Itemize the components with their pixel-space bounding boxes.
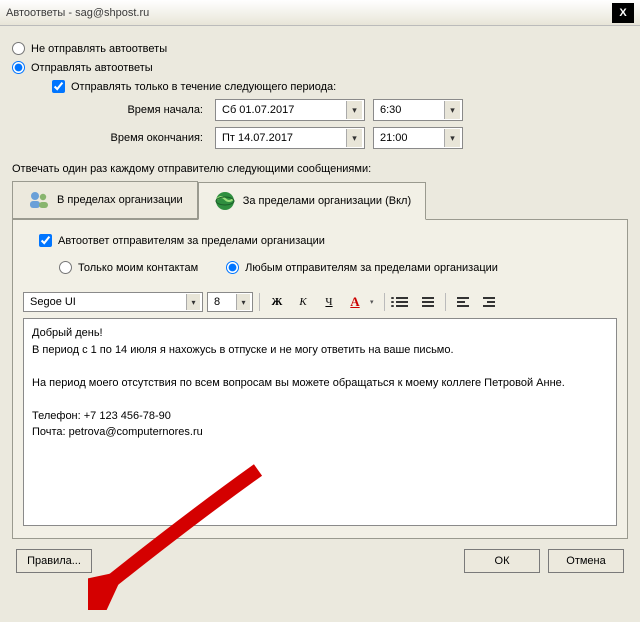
font-color-drop[interactable]: ▾ xyxy=(370,298,378,306)
start-time-value: 6:30 xyxy=(380,104,444,116)
chevron-down-icon: ▾ xyxy=(346,101,362,119)
radio-contacts-only-label: Только моим контактам xyxy=(78,262,198,274)
close-icon: X xyxy=(619,7,626,19)
bullet-list-icon xyxy=(396,297,408,307)
tab-panel-outside: Автоответ отправителям за пределами орга… xyxy=(12,219,628,539)
message-editor[interactable]: Добрый день! В период с 1 по 14 июля я н… xyxy=(23,318,617,526)
end-time-combo[interactable]: 21:00 ▾ xyxy=(373,127,463,149)
bold-button[interactable]: Ж xyxy=(266,292,288,312)
tab-inside-org[interactable]: В пределах организации xyxy=(12,181,198,219)
radio-any-sender[interactable]: Любым отправителям за пределами организа… xyxy=(226,261,498,274)
radio-do-not-send-input[interactable] xyxy=(12,42,25,55)
title-bar: Автоответы - sag@shpost.ru X xyxy=(0,0,640,26)
end-label: Время окончания: xyxy=(87,132,207,144)
format-toolbar: Segoe UI ▾ 8 ▾ Ж К Ч А ▾ xyxy=(23,290,617,318)
check-autoresp-outside-input[interactable] xyxy=(39,234,52,247)
bullet-list-button[interactable] xyxy=(391,292,413,312)
toolbar-sep xyxy=(259,293,260,311)
people-icon xyxy=(27,188,51,212)
chevron-down-icon: ▾ xyxy=(346,129,362,147)
chevron-down-icon: ▾ xyxy=(444,101,460,119)
radio-send-input[interactable] xyxy=(12,61,25,74)
toolbar-sep xyxy=(384,293,385,311)
number-list-icon xyxy=(422,297,434,307)
radio-do-not-send-label: Не отправлять автоответы xyxy=(31,43,167,55)
toolbar-sep xyxy=(445,293,446,311)
chevron-down-icon: ▾ xyxy=(236,294,250,310)
start-date-combo[interactable]: Сб 01.07.2017 ▾ xyxy=(215,99,365,121)
indent-icon xyxy=(483,297,495,307)
fontsize-value: 8 xyxy=(214,296,220,308)
chevron-down-icon: ▾ xyxy=(444,129,460,147)
check-period[interactable]: Отправлять только в течение следующего п… xyxy=(52,80,628,93)
rules-button[interactable]: Правила... xyxy=(16,549,92,573)
chevron-down-icon: ▾ xyxy=(186,294,200,310)
underline-button[interactable]: Ч xyxy=(318,292,340,312)
radio-send[interactable]: Отправлять автоответы xyxy=(12,61,628,74)
radio-send-label: Отправлять автоответы xyxy=(31,62,153,74)
radio-any-sender-input[interactable] xyxy=(226,261,239,274)
tab-outside-label: За пределами организации (Вкл) xyxy=(243,195,411,207)
dialog-button-row: Правила... ОК Отмена xyxy=(12,539,628,577)
reply-label: Отвечать один раз каждому отправителю сл… xyxy=(12,163,628,175)
dialog-content: Не отправлять автоответы Отправлять авто… xyxy=(0,26,640,585)
font-color-button[interactable]: А xyxy=(344,292,366,312)
number-list-button[interactable] xyxy=(417,292,439,312)
radio-any-sender-label: Любым отправителям за пределами организа… xyxy=(245,262,498,274)
tab-strip: В пределах организации За пределами орга… xyxy=(12,181,628,219)
radio-contacts-only[interactable]: Только моим контактам xyxy=(59,261,198,274)
font-combo[interactable]: Segoe UI ▾ xyxy=(23,292,203,312)
check-period-label: Отправлять только в течение следующего п… xyxy=(71,81,336,93)
end-date-value: Пт 14.07.2017 xyxy=(222,132,346,144)
ok-button[interactable]: ОК xyxy=(464,549,540,573)
start-label: Время начала: xyxy=(87,104,207,116)
close-button[interactable]: X xyxy=(612,3,634,23)
radio-do-not-send[interactable]: Не отправлять автоответы xyxy=(12,42,628,55)
radio-contacts-only-input[interactable] xyxy=(59,261,72,274)
fontsize-combo[interactable]: 8 ▾ xyxy=(207,292,253,312)
outdent-icon xyxy=(457,297,469,307)
check-autoresp-outside-label: Автоответ отправителям за пределами орга… xyxy=(58,235,325,247)
globe-icon xyxy=(213,189,237,213)
cancel-button[interactable]: Отмена xyxy=(548,549,624,573)
start-date-value: Сб 01.07.2017 xyxy=(222,104,346,116)
check-autoresp-outside[interactable]: Автоответ отправителям за пределами орга… xyxy=(39,234,617,247)
tab-outside-org[interactable]: За пределами организации (Вкл) xyxy=(198,182,426,220)
end-date-combo[interactable]: Пт 14.07.2017 ▾ xyxy=(215,127,365,149)
italic-button[interactable]: К xyxy=(292,292,314,312)
start-time-combo[interactable]: 6:30 ▾ xyxy=(373,99,463,121)
tab-inside-label: В пределах организации xyxy=(57,194,183,206)
indent-button[interactable] xyxy=(478,292,500,312)
end-time-value: 21:00 xyxy=(380,132,444,144)
font-value: Segoe UI xyxy=(30,296,76,308)
check-period-input[interactable] xyxy=(52,80,65,93)
window-title: Автоответы - sag@shpost.ru xyxy=(6,7,612,19)
period-block: Время начала: Сб 01.07.2017 ▾ 6:30 ▾ Вре… xyxy=(87,99,628,149)
outdent-button[interactable] xyxy=(452,292,474,312)
